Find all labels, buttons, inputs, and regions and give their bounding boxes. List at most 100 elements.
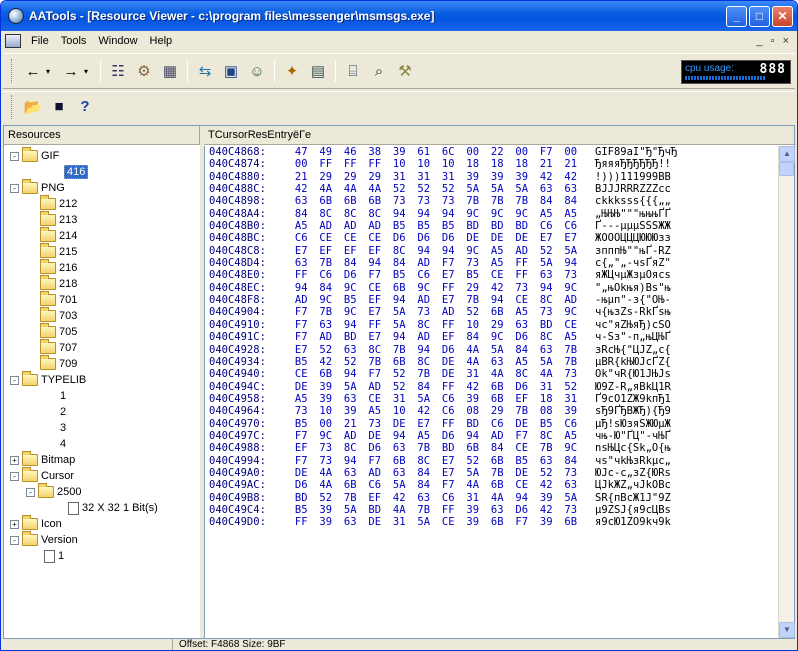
hex-byte[interactable]: 52: [534, 467, 559, 479]
hex-ascii[interactable]: GIF89aI"Ђ"ЂчЂ: [583, 146, 677, 158]
hex-byte[interactable]: 18: [485, 158, 510, 170]
hex-byte[interactable]: 8C: [363, 208, 388, 220]
hex-byte[interactable]: FF: [436, 319, 461, 331]
hex-byte[interactable]: CE: [485, 269, 510, 281]
hex-byte[interactable]: 73: [559, 467, 584, 479]
hex-byte[interactable]: CE: [510, 294, 535, 306]
hex-byte[interactable]: FF: [314, 158, 339, 170]
hex-byte[interactable]: 9C: [485, 331, 510, 343]
hex-byte[interactable]: 94: [436, 245, 461, 257]
hex-byte[interactable]: CE: [363, 232, 388, 244]
hex-byte[interactable]: 5A: [559, 245, 584, 257]
forward-dropdown-icon[interactable]: ▾: [84, 67, 92, 76]
hex-byte[interactable]: C6: [436, 492, 461, 504]
hex-byte[interactable]: 73: [436, 195, 461, 207]
hex-row[interactable]: 040C4940: CE 6B 94 F7 52 7B DE 31 4A 8C 4A 73 Оk"чR{Ю…: [205, 368, 778, 380]
hex-byte[interactable]: 94: [412, 245, 437, 257]
hex-ascii[interactable]: Ґ9cО1ZЖ9kпЂ1: [583, 393, 671, 405]
hex-byte[interactable]: 6B: [387, 455, 412, 467]
hex-byte[interactable]: 94: [363, 257, 388, 269]
tree-item-png-218[interactable]: 218: [40, 275, 77, 292]
hex-byte[interactable]: 94: [510, 492, 535, 504]
hex-byte[interactable]: 42: [559, 171, 584, 183]
hex-byte[interactable]: 39: [314, 516, 339, 528]
hex-ascii[interactable]: "„њОkњя)Bs"њ: [583, 282, 671, 294]
hex-byte[interactable]: F7: [436, 257, 461, 269]
hex-byte[interactable]: 7B: [314, 257, 339, 269]
hex-byte[interactable]: DE: [363, 430, 388, 442]
tree-item-png-213[interactable]: 213: [40, 211, 77, 228]
title-bar[interactable]: AATools - [Resource Viewer - c:\program …: [1, 1, 797, 31]
hex-byte[interactable]: 94: [387, 294, 412, 306]
tree-item-cursor-2500[interactable]: - 2500: [26, 483, 81, 500]
hex-byte[interactable]: B5: [289, 356, 314, 368]
hex-ascii[interactable]: чњ-Ю"ҐЦ"-чЊҐ: [583, 430, 671, 442]
hex-byte[interactable]: 5A: [510, 183, 535, 195]
hex-row[interactable]: 040C49A0: DE 4A 63 AD 63 84 E7 5A 7B DE 52 73 ЮJc-c„з…: [205, 467, 778, 479]
hex-ascii[interactable]: чs"чkЊзRkµc„: [583, 455, 671, 467]
hex-byte[interactable]: 10: [387, 158, 412, 170]
hex-row[interactable]: 040C4904: F7 7B 9C E7 5A 73 AD 52 6B A5 73 9C ч{њзZs-…: [205, 306, 778, 318]
hex-byte[interactable]: 6B: [338, 195, 363, 207]
hex-byte[interactable]: FF: [436, 282, 461, 294]
toolbar-grip[interactable]: [11, 94, 14, 119]
hex-byte[interactable]: D6: [510, 504, 535, 516]
hex-byte[interactable]: C6: [314, 269, 339, 281]
hex-ascii[interactable]: ч-Ѕз"-п„њЦЊҐ: [583, 331, 671, 343]
hex-byte[interactable]: 9C: [485, 208, 510, 220]
hex-byte[interactable]: 31: [387, 393, 412, 405]
hex-byte[interactable]: 7B: [363, 356, 388, 368]
hex-row[interactable]: 040C4898: 63 6B 6B 6B 73 73 73 7B 7B 7B 84 84 ckkksss…: [205, 195, 778, 207]
hex-byte[interactable]: C6: [485, 418, 510, 430]
hex-byte[interactable]: 9C: [559, 282, 584, 294]
hex-byte[interactable]: 7B: [534, 442, 559, 454]
tree-item-cursor[interactable]: - Cursor: [10, 467, 74, 484]
hex-byte[interactable]: 29: [461, 282, 486, 294]
hex-byte[interactable]: AD: [412, 294, 437, 306]
hex-byte[interactable]: D6: [289, 479, 314, 491]
hex-byte[interactable]: C6: [363, 479, 388, 491]
hex-byte[interactable]: D6: [412, 232, 437, 244]
hex-byte[interactable]: DE: [510, 467, 535, 479]
hex-byte[interactable]: 6B: [387, 356, 412, 368]
hex-row[interactable]: 040C48BC: C6 CE CE CE D6 D6 D6 DE DE DE E7 E7 ЖОООЦЦЦ…: [205, 232, 778, 244]
resource-tree[interactable]: - GIF 416- PNG 212 213 214 215 216 218 701 703 705 70…: [4, 146, 200, 638]
hex-byte[interactable]: 6B: [485, 479, 510, 491]
hex-ascii[interactable]: µ9ZЅJ{я9cЦBs: [583, 504, 671, 516]
hex-ascii[interactable]: c{„"„-чsҐяZ": [583, 257, 671, 269]
hex-byte[interactable]: 73: [510, 282, 535, 294]
hex-byte[interactable]: 42: [387, 492, 412, 504]
users-icon[interactable]: ☺: [247, 61, 267, 81]
hex-byte[interactable]: FF: [436, 418, 461, 430]
hex-byte[interactable]: A5: [534, 208, 559, 220]
tree-item-typelib-1[interactable]: 1: [60, 388, 66, 404]
hex-byte[interactable]: D6: [436, 430, 461, 442]
hex-row[interactable]: 040C48A4: 84 8C 8C 8C 94 94 94 9C 9C 9C A5 A5 „ЊЊЊ"""…: [205, 208, 778, 220]
hex-byte[interactable]: 5A: [559, 492, 584, 504]
hex-byte[interactable]: 7B: [485, 195, 510, 207]
hex-row[interactable]: 040C48EC: 94 84 9C CE 6B 9C FF 29 42 73 94 9C "„њОkњя…: [205, 282, 778, 294]
hex-ascii[interactable]: ckkksss{{{„„: [583, 195, 671, 207]
hex-byte[interactable]: A5: [559, 208, 584, 220]
hex-byte[interactable]: CE: [559, 319, 584, 331]
hex-byte[interactable]: 73: [559, 269, 584, 281]
tree-item-png[interactable]: - PNG: [10, 179, 65, 196]
hex-ascii[interactable]: ч{њзZs-RkҐsњ: [583, 306, 671, 318]
hex-ascii[interactable]: -њµп"-з{"ОЊ-: [583, 294, 671, 306]
hex-byte[interactable]: D6: [363, 442, 388, 454]
hex-byte[interactable]: 42: [289, 183, 314, 195]
tree-item-png-212[interactable]: 212: [40, 195, 77, 212]
hex-byte[interactable]: F7: [363, 455, 388, 467]
tools-icon[interactable]: ⚒: [395, 61, 415, 81]
mdi-restore-button[interactable]: ▫: [771, 35, 775, 47]
help-icon[interactable]: ?: [75, 97, 95, 117]
hex-byte[interactable]: FF: [289, 269, 314, 281]
hex-byte[interactable]: 8C: [534, 430, 559, 442]
hex-byte[interactable]: 52: [338, 356, 363, 368]
save-icon[interactable]: ■: [49, 97, 69, 117]
hex-row[interactable]: 040C488C: 42 4A 4A 4A 52 52 52 5A 5A 5A 63 63 BJJJRRR…: [205, 183, 778, 195]
hex-byte[interactable]: 63: [485, 504, 510, 516]
hex-row[interactable]: 040C4988: EF 73 8C D6 63 7B BD 6B 84 CE 7B 9C nsЊЦc{Ѕ…: [205, 442, 778, 454]
hex-byte[interactable]: 08: [461, 405, 486, 417]
hex-byte[interactable]: 4A: [314, 467, 339, 479]
